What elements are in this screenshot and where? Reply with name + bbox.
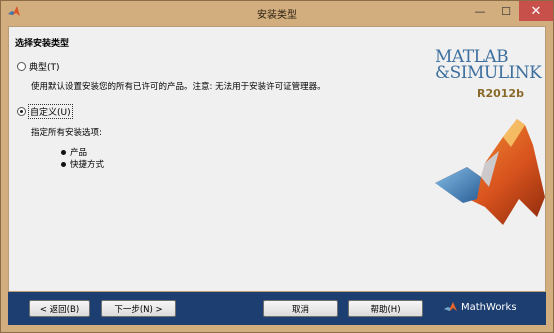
bullet-icon xyxy=(61,149,66,155)
bullet-icon xyxy=(61,161,66,167)
page-heading: 选择安装类型 xyxy=(15,39,70,49)
back-button[interactable]: < 返回(B) xyxy=(29,300,90,317)
custom-description: 指定所有安装选项: xyxy=(31,128,102,138)
version-label: R2012b xyxy=(477,87,524,100)
matlab-simulink-logo: MATLAB &SIMULINK xyxy=(435,47,545,83)
maximize-button[interactable]: ☐ xyxy=(493,1,519,21)
radio-custom-label[interactable]: 自定义(U) xyxy=(28,104,73,119)
close-button[interactable]: ✕ xyxy=(519,1,553,21)
matlab-membrane-logo xyxy=(435,119,545,225)
footer-bar: < 返回(B) 下一步(N) > 取消 帮助(H) MathWorks xyxy=(8,292,546,325)
mathworks-membrane-icon xyxy=(444,302,457,311)
help-button[interactable]: 帮助(H) xyxy=(348,300,423,317)
minimize-button[interactable]: — xyxy=(467,1,493,21)
mathworks-logo: MathWorks xyxy=(444,301,517,313)
cancel-button[interactable]: 取消 xyxy=(263,300,338,317)
list-item: 快捷方式 xyxy=(61,158,104,170)
list-item-shortcuts: 快捷方式 xyxy=(70,160,105,170)
list-item: 产品 xyxy=(61,146,104,158)
mathworks-text: MathWorks xyxy=(461,301,517,313)
title-bar: 安装类型 — ☐ ✕ xyxy=(1,1,553,25)
radio-custom-circle[interactable] xyxy=(17,107,26,116)
typical-description: 使用默认设置安装您的所有已许可的产品。注意: 无法用于安装许可证管理器。 xyxy=(31,82,326,92)
radio-custom[interactable]: 自定义(U) xyxy=(17,104,73,119)
radio-typical-circle[interactable] xyxy=(17,62,26,71)
next-button[interactable]: 下一步(N) > xyxy=(101,300,176,317)
logo-line2: &SIMULINK xyxy=(435,63,542,83)
list-item-products: 产品 xyxy=(70,148,88,158)
installer-window: 安装类型 — ☐ ✕ 选择安装类型 典型(T) 使用默认设置安装您的所有已许可的… xyxy=(0,0,554,333)
radio-typical-label[interactable]: 典型(T) xyxy=(29,60,60,73)
radio-typical[interactable]: 典型(T) xyxy=(17,60,60,73)
content-panel: 选择安装类型 典型(T) 使用默认设置安装您的所有已许可的产品。注意: 无法用于… xyxy=(8,26,546,292)
custom-options-list: 产品 快捷方式 xyxy=(61,146,104,170)
